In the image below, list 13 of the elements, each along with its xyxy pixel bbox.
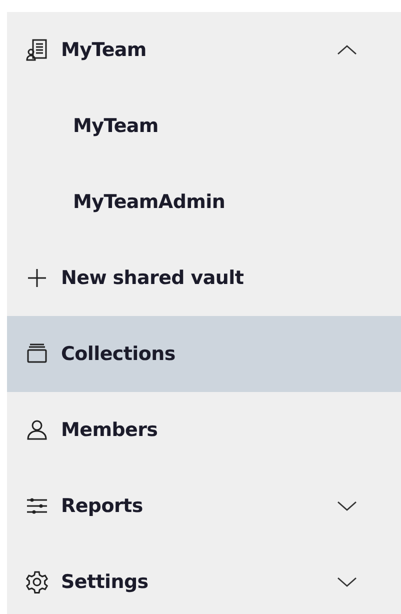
collections-icon xyxy=(25,342,49,366)
sidebar-subitem[interactable]: MyTeamAdmin xyxy=(7,164,401,240)
settings-icon xyxy=(25,570,49,594)
sidebar-item[interactable]: Reports xyxy=(7,468,401,544)
sidebar-item[interactable]: New shared vault xyxy=(7,240,401,316)
plus-icon xyxy=(25,266,49,290)
sidebar-subitem[interactable]: MyTeam xyxy=(7,88,401,164)
sidebar-item[interactable]: Members xyxy=(7,392,401,468)
sidebar-item[interactable]: Collections xyxy=(7,316,401,392)
team-directory-icon xyxy=(25,38,49,62)
sidebar-item[interactable]: Settings xyxy=(7,544,401,614)
person-icon xyxy=(25,418,49,442)
sidebar-item[interactable]: MyTeam xyxy=(7,12,401,88)
